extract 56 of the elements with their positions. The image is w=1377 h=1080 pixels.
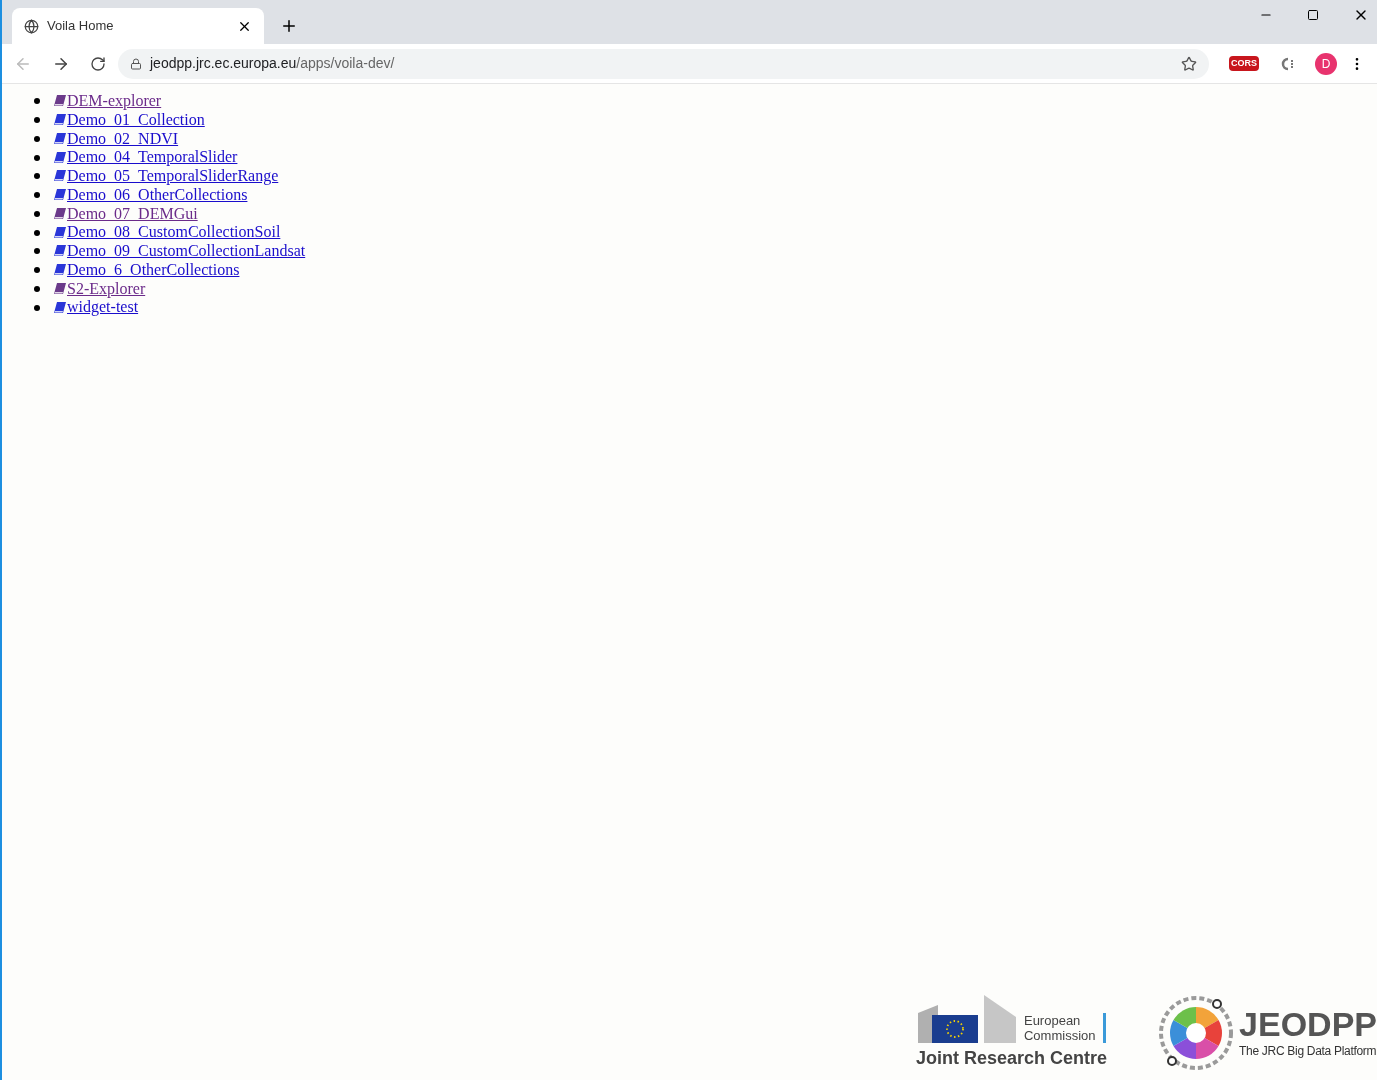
notebook-link[interactable]: Demo_05_TemporalSliderRange — [67, 167, 279, 186]
ec-name-line: Commission — [1023, 1028, 1096, 1043]
notebook-link[interactable]: Demo_04_TemporalSlider — [67, 148, 238, 167]
notebook-link[interactable]: Demo_6_OtherCollections — [67, 260, 240, 280]
book-icon — [53, 225, 67, 240]
bullet-icon — [34, 154, 40, 161]
extension-icon[interactable] — [1279, 55, 1295, 72]
notebook-link[interactable]: DEM-explorer — [67, 92, 162, 111]
notebook-link[interactable]: Demo_09_CustomCollectionLandsat — [67, 242, 306, 261]
bullet-icon — [34, 117, 40, 124]
bookmark-star-icon[interactable] — [1181, 55, 1197, 72]
book-icon — [53, 263, 67, 278]
globe-icon — [24, 18, 39, 34]
notebook-link[interactable]: widget-test — [67, 298, 139, 317]
profile-avatar[interactable]: D — [1315, 52, 1337, 75]
ec-name-line: European — [1023, 1013, 1082, 1028]
ec-building-flag-logo-icon — [915, 993, 1016, 1045]
book-icon — [53, 131, 67, 146]
aperture-logo-icon — [1157, 994, 1236, 1072]
bullet-icon — [34, 98, 40, 105]
bullet-icon — [34, 173, 40, 180]
browser-tab[interactable]: Voila Home — [12, 8, 264, 44]
bullet-icon — [34, 248, 40, 255]
address-bar[interactable]: jeodpp.jrc.ec.europa.eu/apps/voila-dev/ — [118, 48, 1209, 79]
bullet-icon — [34, 229, 40, 236]
bullet-icon — [34, 192, 40, 199]
book-icon — [53, 113, 67, 128]
bullet-icon — [34, 135, 40, 142]
notebook-link[interactable]: Demo_06_OtherCollections — [67, 185, 248, 205]
book-icon — [53, 206, 67, 221]
maximize-icon[interactable] — [1307, 9, 1319, 21]
platform-name: JEODPP — [1239, 1006, 1377, 1042]
platform-tagline: The JRC Big Data Platform — [1239, 1043, 1377, 1060]
bullet-icon — [34, 267, 40, 274]
new-tab-icon[interactable] — [280, 17, 298, 35]
book-icon — [53, 150, 67, 165]
notebook-link[interactable]: Demo_02_NDVI — [67, 129, 179, 149]
notebook-link[interactable]: Demo_08_CustomCollectionSoil — [67, 223, 281, 242]
ec-unit-text: Joint Research Centre — [915, 1047, 1108, 1070]
notebook-link[interactable]: Demo_07_DEMGui — [67, 204, 198, 224]
lock-icon — [130, 57, 142, 70]
book-icon — [53, 281, 67, 296]
book-icon — [53, 169, 67, 184]
cors-extension[interactable]: CORS — [1229, 56, 1259, 71]
notebook-link[interactable]: Demo_01_Collection — [67, 110, 205, 130]
reload-icon[interactable] — [90, 55, 106, 72]
book-icon — [53, 94, 67, 109]
book-icon — [53, 300, 67, 315]
book-icon — [53, 244, 67, 259]
bullet-icon — [34, 210, 40, 217]
bullet-icon — [34, 285, 40, 292]
book-icon — [53, 188, 67, 203]
url-text: jeodpp.jrc.ec.europa.eu/apps/voila-dev/ — [150, 54, 395, 73]
notebook-link[interactable]: S2-Explorer — [67, 279, 146, 299]
tab-title: Voila Home — [47, 17, 115, 36]
bullet-icon — [34, 304, 40, 311]
